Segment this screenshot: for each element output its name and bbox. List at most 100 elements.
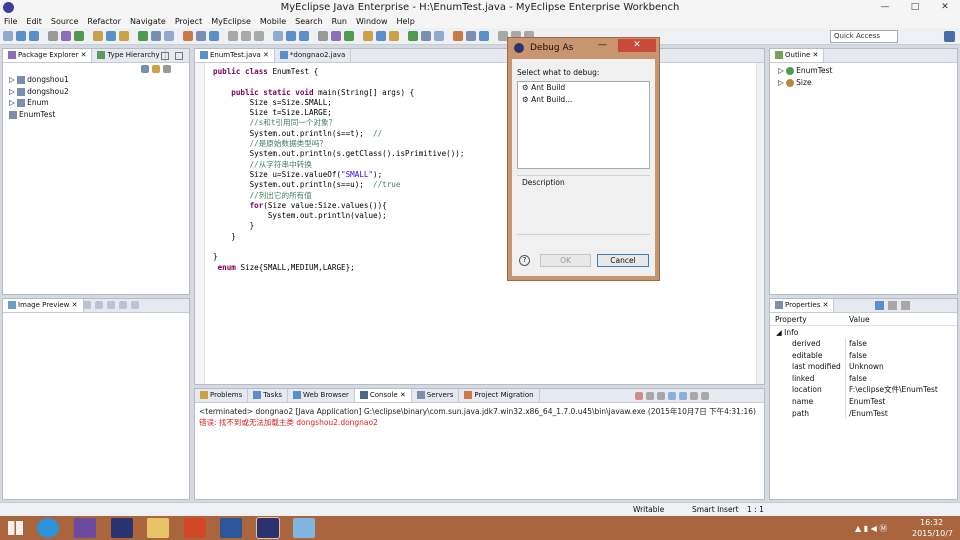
restore-default-icon[interactable] xyxy=(901,301,910,310)
app-icon-blue[interactable] xyxy=(293,518,315,538)
tab-servers[interactable]: Servers xyxy=(412,389,460,402)
save-icon[interactable] xyxy=(16,31,26,41)
dialog-minimize-button[interactable]: — xyxy=(598,40,607,50)
link-editor-icon[interactable] xyxy=(152,65,160,73)
code-editor[interactable]: public class EnumTest { public static vo… xyxy=(213,67,464,273)
close-button[interactable]: ✕ xyxy=(930,0,960,15)
expand-arrow-icon[interactable]: ▷ xyxy=(9,98,17,107)
editor-scrollbar[interactable] xyxy=(756,63,764,384)
myeclipse-window-icon[interactable] xyxy=(256,517,280,539)
windows-start-icon[interactable] xyxy=(8,521,23,535)
pin-console-icon[interactable] xyxy=(679,392,687,400)
outline-item-enumtest[interactable]: ▷ EnumTest xyxy=(778,65,832,77)
tab-dongnao2-java[interactable]: *dongnao2.java xyxy=(275,49,352,62)
view-menu-icon[interactable] xyxy=(163,65,171,73)
dialog-close-button[interactable]: ✕ xyxy=(618,39,656,52)
open-type-icon[interactable] xyxy=(421,31,431,41)
project-dongshou1[interactable]: ▷ dongshou1 xyxy=(9,74,69,86)
server-icon[interactable] xyxy=(466,31,476,41)
menu-refactor[interactable]: Refactor xyxy=(87,15,121,28)
tab-image-preview[interactable]: Image Preview ✕ xyxy=(3,299,84,312)
property-row[interactable]: last modified Unknown xyxy=(770,361,957,373)
perspective-icon[interactable] xyxy=(944,31,955,42)
menu-source[interactable]: Source xyxy=(51,15,78,28)
new-java-project-icon[interactable] xyxy=(106,31,116,41)
new-icon[interactable] xyxy=(3,31,13,41)
browser-icon[interactable] xyxy=(209,31,219,41)
property-row[interactable]: name EnumTest xyxy=(770,395,957,408)
maximize-panel-icon[interactable] xyxy=(175,52,183,60)
cancel-button[interactable]: Cancel xyxy=(597,254,649,267)
clear-icon[interactable] xyxy=(131,301,139,309)
terminate-icon[interactable] xyxy=(635,392,643,400)
app-icon[interactable] xyxy=(3,2,14,13)
remove-launch-icon[interactable] xyxy=(646,392,654,400)
search-icon[interactable] xyxy=(164,31,174,41)
open-type-icon[interactable] xyxy=(151,31,161,41)
tab-enumtest-java[interactable]: EnumTest.java ✕ xyxy=(195,49,275,62)
menu-help[interactable]: Help xyxy=(397,15,415,28)
expand-arrow-icon[interactable]: ▷ xyxy=(9,87,17,96)
tab-web-browser[interactable]: Web Browser xyxy=(288,389,355,402)
menu-edit[interactable]: Edit xyxy=(26,15,42,28)
option-ant-build[interactable]: ⚙ Ant Build xyxy=(518,82,649,94)
menu-project[interactable]: Project xyxy=(175,15,202,28)
outline-item-size[interactable]: ▷ Size xyxy=(778,77,832,89)
project-enumtest[interactable]: EnumTest xyxy=(9,109,69,121)
panel-menu-icon[interactable] xyxy=(161,52,169,60)
menu-window[interactable]: Window xyxy=(356,15,388,28)
project-enum[interactable]: ▷ Enum xyxy=(9,97,69,109)
properties-group-info[interactable]: ◢ Info xyxy=(776,327,798,338)
server-icon[interactable] xyxy=(196,31,206,41)
zoom-in-icon[interactable] xyxy=(83,301,91,309)
save-icon[interactable] xyxy=(286,31,296,41)
scroll-lock-icon[interactable] xyxy=(668,392,676,400)
tab-problems[interactable]: Problems xyxy=(195,389,249,402)
quick-access-input[interactable]: Quick Access xyxy=(830,30,898,43)
close-tab-icon[interactable]: ✕ xyxy=(398,391,406,399)
new-class-icon[interactable] xyxy=(408,31,418,41)
clock-time[interactable]: 16:32 xyxy=(920,518,943,527)
tab-outline[interactable]: Outline ✕ xyxy=(770,49,825,62)
menu-mobile[interactable]: Mobile xyxy=(260,15,286,28)
property-row[interactable]: derived false xyxy=(770,338,957,350)
run-icon[interactable] xyxy=(344,31,354,41)
forward-icon[interactable] xyxy=(241,31,251,41)
debug-icon[interactable] xyxy=(61,31,71,41)
tab-tasks[interactable]: Tasks xyxy=(248,389,289,402)
tab-console[interactable]: Console ✕ xyxy=(354,389,412,402)
file-explorer-icon[interactable] xyxy=(147,518,169,538)
display-console-icon[interactable] xyxy=(690,392,698,400)
new-icon[interactable] xyxy=(273,31,283,41)
collapse-all-icon[interactable] xyxy=(141,65,149,73)
deploy-icon[interactable] xyxy=(183,31,193,41)
expand-arrow-icon[interactable]: ▷ xyxy=(9,75,17,84)
ie-icon[interactable] xyxy=(37,518,59,538)
print-icon[interactable] xyxy=(48,31,58,41)
tab-package-explorer[interactable]: Package Explorer ✕ xyxy=(3,49,93,62)
project-dongshou2[interactable]: ▷ dongshou2 xyxy=(9,86,69,98)
option-ant-build-dialog[interactable]: ⚙ Ant Build... xyxy=(518,94,649,106)
powerpoint-icon[interactable] xyxy=(184,518,206,538)
save-all-icon[interactable] xyxy=(29,31,39,41)
property-row[interactable]: path/EnumTest xyxy=(770,407,957,420)
menu-run[interactable]: Run xyxy=(332,15,347,28)
menu-file[interactable]: File xyxy=(4,15,17,28)
new-class-icon[interactable] xyxy=(138,31,148,41)
browser-icon[interactable] xyxy=(479,31,489,41)
tray-icons[interactable]: ▲ ▮ ◀ Ⓜ xyxy=(855,523,910,533)
debug-icon[interactable] xyxy=(331,31,341,41)
ok-button[interactable]: OK xyxy=(540,254,591,267)
zoom-out-icon[interactable] xyxy=(95,301,103,309)
property-row[interactable]: linked false xyxy=(770,372,957,385)
tab-project-migration[interactable]: Project Migration xyxy=(459,389,540,402)
pin-icon[interactable] xyxy=(254,31,264,41)
search-icon[interactable] xyxy=(434,31,444,41)
word-icon[interactable] xyxy=(220,518,242,538)
media-player-icon[interactable] xyxy=(74,518,96,538)
new-package-icon[interactable] xyxy=(119,31,129,41)
clock-date[interactable]: 2015/10/7 xyxy=(912,529,953,538)
run-external-icon[interactable] xyxy=(363,31,373,41)
property-row[interactable]: location F:\eclipse文件\EnumTest xyxy=(770,384,957,396)
save-all-icon[interactable] xyxy=(299,31,309,41)
